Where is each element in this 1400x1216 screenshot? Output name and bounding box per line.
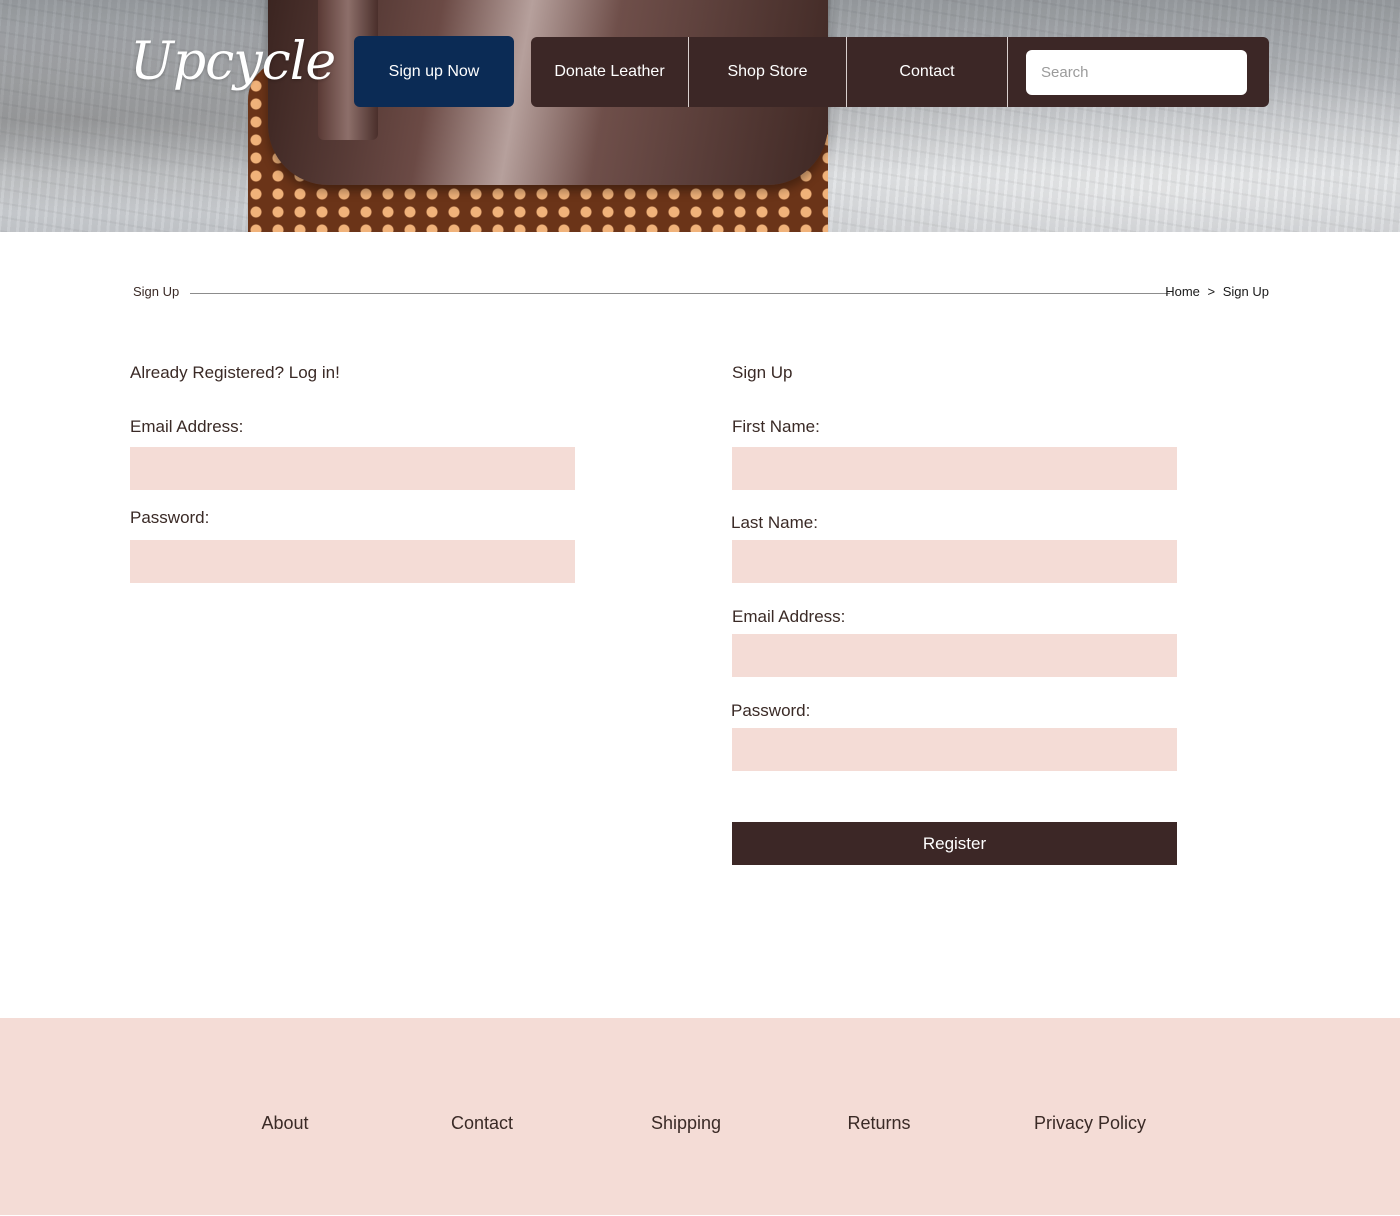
footer-link-about[interactable]: About <box>261 1113 308 1134</box>
login-email-label: Email Address: <box>130 417 244 436</box>
last-name-label: Last Name: <box>731 513 818 532</box>
nav-item-shop-store[interactable]: Shop Store <box>689 37 847 107</box>
first-name-label: First Name: <box>732 417 820 436</box>
page-title: Sign Up <box>133 284 180 299</box>
register-button[interactable]: Register <box>732 822 1177 865</box>
footer-link-contact[interactable]: Contact <box>451 1113 513 1134</box>
nav-item-contact[interactable]: Contact <box>847 37 1008 107</box>
search-input[interactable] <box>1026 49 1247 95</box>
signup-email-label: Email Address: <box>732 607 846 626</box>
login-password-field[interactable] <box>130 540 575 583</box>
breadcrumb: Home > Sign Up <box>1165 284 1269 299</box>
login-email-field[interactable] <box>130 447 575 490</box>
footer-link-privacy-policy[interactable]: Privacy Policy <box>1034 1113 1146 1134</box>
site-footer: About Contact Shipping Returns Privacy P… <box>0 1018 1400 1215</box>
footer-link-shipping[interactable]: Shipping <box>651 1113 721 1134</box>
signup-email-field[interactable] <box>732 634 1177 677</box>
breadcrumb-separator: > <box>1207 284 1216 299</box>
search-container <box>1008 37 1269 107</box>
first-name-field[interactable] <box>732 447 1177 490</box>
footer-link-returns[interactable]: Returns <box>847 1113 910 1134</box>
signup-password-label: Password: <box>731 701 811 720</box>
main-navigation: Donate Leather Shop Store Contact <box>531 37 1269 107</box>
breadcrumb-divider <box>190 293 1170 294</box>
signup-heading: Sign Up <box>732 363 793 382</box>
breadcrumb-current: Sign Up <box>1222 284 1269 299</box>
last-name-field[interactable] <box>732 540 1177 583</box>
site-logo[interactable]: Upcycle <box>130 32 336 92</box>
login-password-label: Password: <box>130 508 210 527</box>
login-heading: Already Registered? Log in! <box>130 363 340 382</box>
breadcrumb-home-link[interactable]: Home <box>1165 284 1200 299</box>
nav-item-donate-leather[interactable]: Donate Leather <box>531 37 689 107</box>
sign-up-now-button[interactable]: Sign up Now <box>354 36 514 107</box>
signup-password-field[interactable] <box>732 728 1177 771</box>
